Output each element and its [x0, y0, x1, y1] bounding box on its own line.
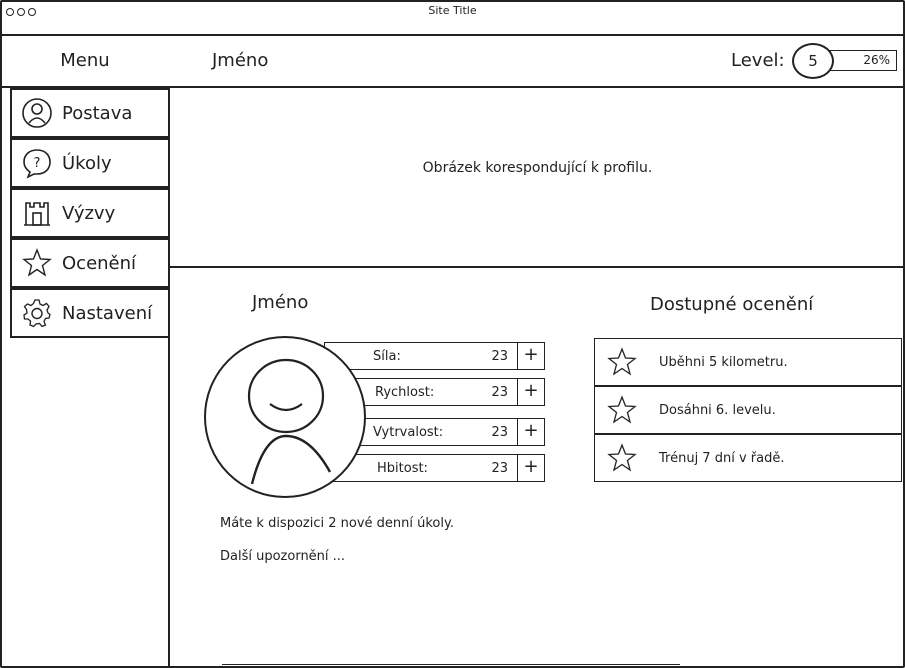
sidebar-item-vyzvy[interactable]: Výzvy: [10, 188, 170, 238]
increase-vytrvalost-button[interactable]: +: [517, 417, 545, 446]
sidebar: Postava ? Úkoly Výzvy Ocenění Nastavení: [0, 88, 170, 668]
sidebar-item-label: Úkoly: [62, 152, 112, 174]
banner-text: Obrázek korespondující k profilu.: [422, 160, 653, 176]
star-icon: [20, 246, 54, 280]
stat-value: 23: [491, 384, 508, 400]
person-icon: [20, 96, 54, 130]
help-icon: ?: [20, 146, 54, 180]
header: Menu Jméno Level: 5 26%: [0, 36, 905, 88]
sidebar-item-label: Nastavení: [62, 302, 153, 324]
header-user-name: Jméno: [212, 50, 269, 71]
stat-value: 23: [491, 348, 508, 364]
profile-name: Jméno: [252, 292, 309, 313]
stat-name: Hbitost:: [377, 460, 428, 476]
star-icon: [605, 345, 639, 379]
awards-title: Dostupné ocenění: [650, 294, 814, 315]
award-item[interactable]: Uběhni 5 kilometru.: [594, 338, 902, 386]
award-label: Trénuj 7 dní v řadě.: [659, 450, 785, 466]
star-icon: [605, 441, 639, 475]
increase-rychlost-button[interactable]: +: [517, 377, 545, 406]
stat-name: Rychlost:: [375, 384, 435, 400]
svg-text:?: ?: [34, 156, 41, 171]
divider: [222, 664, 680, 665]
sidebar-item-label: Ocenění: [62, 252, 137, 274]
profile-image-banner: Obrázek korespondující k profilu.: [170, 88, 905, 268]
notice-daily-tasks: Máte k dispozici 2 nové denní úkoly.: [220, 516, 454, 531]
level-label: Level:: [731, 50, 785, 71]
sidebar-item-nastaveni[interactable]: Nastavení: [10, 288, 170, 338]
sidebar-item-oceneni[interactable]: Ocenění: [10, 238, 170, 288]
star-icon: [605, 393, 639, 427]
site-title: Site Title: [428, 4, 477, 17]
sidebar-item-ukoly[interactable]: ? Úkoly: [10, 138, 170, 188]
increase-hbitost-button[interactable]: +: [517, 453, 545, 482]
sidebar-item-label: Postava: [62, 102, 133, 124]
award-item[interactable]: Trénuj 7 dní v řadě.: [594, 434, 902, 482]
award-label: Dosáhni 6. levelu.: [659, 402, 776, 418]
castle-icon: [20, 196, 54, 230]
stat-name: Vytrvalost:: [373, 424, 444, 440]
level-badge: 5: [792, 43, 834, 79]
notice-other: Další upozornění ...: [220, 549, 346, 564]
avatar: [204, 336, 366, 498]
stat-value: 23: [491, 424, 508, 440]
sidebar-item-postava[interactable]: Postava: [10, 88, 170, 138]
award-label: Uběhni 5 kilometru.: [659, 354, 788, 370]
award-item[interactable]: Dosáhni 6. levelu.: [594, 386, 902, 434]
stat-name: Síla:: [373, 348, 401, 364]
window-titlebar: Site Title: [0, 0, 905, 36]
stat-value: 23: [491, 460, 508, 476]
sidebar-item-label: Výzvy: [62, 202, 116, 224]
increase-sila-button[interactable]: +: [517, 341, 545, 370]
gear-icon: [20, 296, 54, 330]
avatar-person-icon: [247, 358, 332, 485]
level-progress: 26%: [830, 50, 897, 71]
menu-label: Menu: [60, 50, 110, 71]
